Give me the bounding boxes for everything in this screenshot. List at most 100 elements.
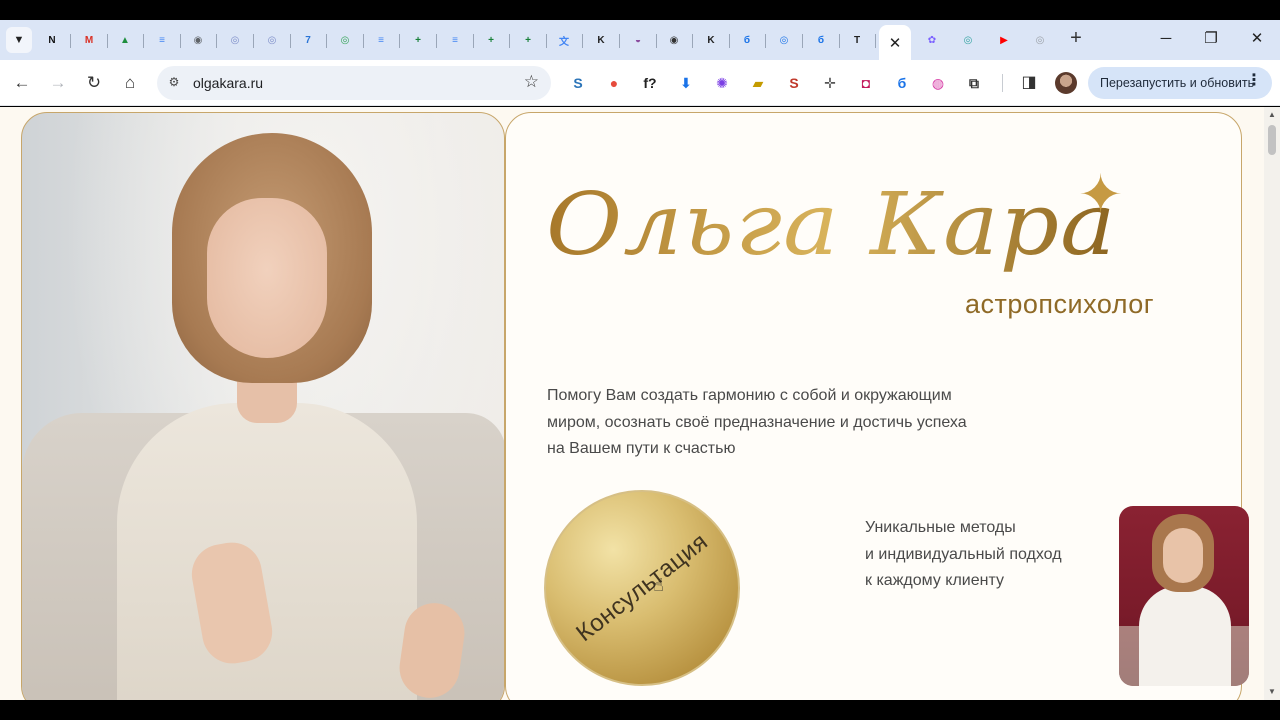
move-icon[interactable]: ✛ [820, 73, 840, 93]
web-tab-icon: ◉ [193, 34, 203, 46]
pink-picker-icon[interactable]: ◘ [856, 73, 876, 93]
tab-divider [216, 34, 217, 48]
browser-tab[interactable]: ≡ [441, 26, 469, 54]
tab-divider [326, 34, 327, 48]
browser-tab[interactable]: ◉ [184, 26, 212, 54]
s-extension-icon[interactable]: S [568, 73, 588, 93]
browser-tab[interactable]: ◎ [770, 26, 798, 54]
scrollbar-thumb[interactable] [1268, 125, 1276, 155]
consultation-button[interactable]: Консультация [544, 490, 740, 686]
forward-button[interactable]: → [46, 71, 70, 95]
browser-tab[interactable]: б [807, 26, 835, 54]
tab-divider [509, 34, 510, 48]
relaunch-update-button[interactable]: Перезапустить и обновить ⋮ [1088, 67, 1272, 99]
browser-tab[interactable]: + [477, 26, 505, 54]
home-button[interactable]: ⌂ [118, 71, 142, 95]
font-finder-icon[interactable]: f? [640, 73, 660, 93]
new-tab-button[interactable]: + [1065, 28, 1087, 50]
hand-cursor-icon: ☝ [653, 575, 664, 595]
puzzle-icon[interactable]: ⧉ [964, 73, 984, 93]
tagline-line: миром, осознать своё предназначение и до… [547, 413, 967, 431]
browser-toolbar: ← → ↻ ⌂ ⚙ olgakara.ru ☆ ◨ Перезапустить … [0, 60, 1280, 106]
browser-tab[interactable]: 文 [550, 26, 578, 54]
browser-tab[interactable]: ✿ [918, 26, 946, 54]
browser-tab[interactable]: 7 [294, 26, 322, 54]
scroll-up-icon[interactable]: ▲ [1268, 110, 1276, 119]
browser-tab[interactable]: T [843, 26, 871, 54]
tab-divider [582, 34, 583, 48]
reload-button[interactable]: ↻ [82, 71, 106, 95]
purple-flower-icon[interactable]: ✺ [712, 73, 732, 93]
star-icon: ✦ [1078, 165, 1124, 225]
browser-tab[interactable]: ≡ [367, 26, 395, 54]
toolbar-divider [1002, 74, 1003, 92]
browser-tab[interactable]: ▲ [111, 26, 139, 54]
browser-tab[interactable]: ▶ [990, 26, 1018, 54]
browser-tab[interactable]: M [75, 26, 103, 54]
google-sheets-icon: + [488, 34, 494, 46]
scroll-down-icon[interactable]: ▼ [1268, 687, 1276, 696]
tab-divider [436, 34, 437, 48]
close-window-button[interactable]: ✕ [1246, 28, 1268, 50]
notion-icon: N [48, 34, 56, 46]
site-info-icon[interactable]: ⚙ [166, 75, 182, 91]
b-logo-icon: б [817, 34, 825, 46]
tab-search-button[interactable]: ▼ [6, 27, 32, 53]
tab-divider [802, 34, 803, 48]
unique-approach-text: Уникальные методы и индивидуальный подхо… [865, 515, 1062, 595]
hero-tagline: Помогу Вам создать гармонию с собой и ок… [547, 383, 1017, 463]
side-panel-icon[interactable]: ◨ [1017, 71, 1041, 95]
relaunch-label: Перезапустить и обновить [1100, 76, 1255, 90]
tab-strip: ▼ + ─ ❐ ✕ N M ▲ ≡ ◉ ◎ ◎ 7 ◎ ≡ + ≡ + + 文 K ◒ ◉ Kб ◎ б T ✕ ✿ ◎ ▶ ◎ [0, 20, 1280, 60]
web-tab-icon: ◎ [779, 34, 789, 46]
minimize-button[interactable]: ─ [1155, 28, 1177, 50]
b-logo-icon: б [743, 34, 751, 46]
tab-divider [290, 34, 291, 48]
browser-tab[interactable]: N [38, 26, 66, 54]
brand-subtitle: астропсихолог [965, 289, 1155, 319]
browser-tab[interactable]: + [404, 26, 432, 54]
browser-tab[interactable]: б [733, 26, 761, 54]
profile-avatar[interactable] [1055, 72, 1077, 94]
b-logo-icon[interactable]: б [892, 73, 912, 93]
close-tab-icon[interactable]: ✕ [889, 34, 902, 52]
web-tab-icon: ◎ [340, 34, 350, 46]
active-browser-tab[interactable]: ✕ [879, 25, 911, 60]
unique-line: и индивидуальный подход [865, 545, 1062, 563]
s-red-icon[interactable]: S [784, 73, 804, 93]
page-scrollbar[interactable]: ▲ ▼ [1264, 107, 1280, 700]
yellow-ext-icon[interactable]: ▰ [748, 73, 768, 93]
browser-tab[interactable]: ◎ [954, 26, 982, 54]
tab-divider [253, 34, 254, 48]
restore-button[interactable]: ❐ [1200, 28, 1222, 50]
web-tab-icon: ◎ [267, 34, 277, 46]
gradient-ext-icon[interactable]: ◍ [928, 73, 948, 93]
screen-top-bar [0, 0, 1280, 20]
video-widget[interactable] [1119, 506, 1249, 686]
tab-divider [729, 34, 730, 48]
web-tab-icon: ◉ [669, 34, 679, 46]
tab-divider [692, 34, 693, 48]
address-bar[interactable]: ⚙ olgakara.ru ☆ [157, 66, 551, 100]
menu-dots-icon[interactable]: ⋮ [1246, 73, 1262, 89]
browser-tab[interactable]: ◎ [258, 26, 286, 54]
browser-tab[interactable]: ◒ [624, 26, 652, 54]
consultation-label: Консультация [570, 528, 713, 648]
tagline-line: Помогу Вам создать гармонию с собой и ок… [547, 387, 952, 404]
tagline-line: на Вашем пути к счастью [547, 440, 736, 457]
k-logo-icon: K [707, 34, 715, 46]
browser-tab[interactable]: ◎ [221, 26, 249, 54]
url-text[interactable]: olgakara.ru [193, 75, 263, 91]
color-wheel-icon[interactable]: ● [604, 73, 624, 93]
browser-tab[interactable]: ≡ [148, 26, 176, 54]
browser-tab[interactable]: ◉ [660, 26, 688, 54]
browser-tab[interactable]: ◎ [1026, 26, 1054, 54]
browser-tab[interactable]: K [697, 26, 725, 54]
download-icon[interactable]: ⬇ [676, 73, 696, 93]
browser-tab[interactable]: K [587, 26, 615, 54]
back-button[interactable]: ← [10, 71, 34, 95]
brand-name-logo: Ольга Кара [546, 175, 1117, 275]
bookmark-star-icon[interactable]: ☆ [524, 72, 539, 92]
browser-tab[interactable]: ◎ [331, 26, 359, 54]
browser-tab[interactable]: + [514, 26, 542, 54]
